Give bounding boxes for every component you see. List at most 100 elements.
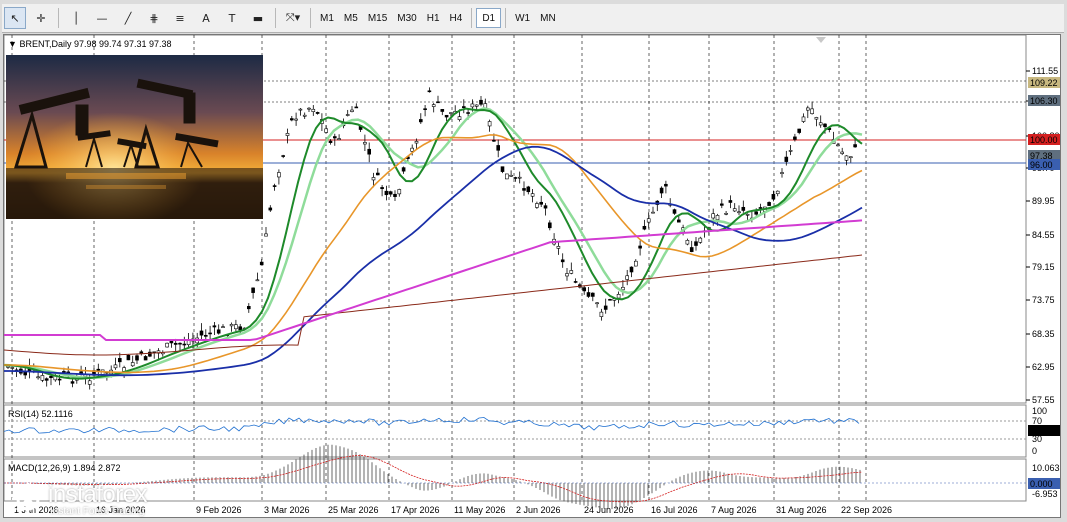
candle-body <box>401 167 406 172</box>
candle-body <box>659 187 664 194</box>
candle-body <box>737 211 741 214</box>
candle-body <box>444 114 449 118</box>
trendline-tool-icon[interactable]: ╱ <box>117 7 139 29</box>
candle-body <box>440 109 445 112</box>
shapes-dropdown-icon[interactable]: ⤧▾ <box>282 7 304 29</box>
crosshair-tool-icon[interactable]: ✛ <box>30 7 52 29</box>
cursor-tool-icon[interactable]: ↖ <box>4 7 26 29</box>
candle-body <box>848 156 853 159</box>
timeframe-w1[interactable]: W1 <box>510 8 535 28</box>
candle-body <box>268 207 273 211</box>
rectangle-tool-icon[interactable]: ▬ <box>247 7 269 29</box>
candle-body <box>633 260 638 267</box>
timeframe-m15[interactable]: M15 <box>363 8 392 28</box>
collapse-arrow-icon[interactable]: ▼ <box>8 39 17 49</box>
candle-body <box>595 302 599 305</box>
candle-body <box>6 366 10 368</box>
candle-body <box>457 116 462 121</box>
timeframe-d1[interactable]: D1 <box>476 8 502 28</box>
candle-body <box>234 324 238 330</box>
candle-body <box>767 202 771 206</box>
candle-body <box>324 128 329 133</box>
timeframe-mn[interactable]: MN <box>535 8 561 28</box>
candle-body <box>651 211 655 214</box>
text-tool-icon[interactable]: A <box>195 7 217 29</box>
text-label-tool-icon[interactable]: T <box>221 7 243 29</box>
candle-body <box>427 90 432 93</box>
candle-body <box>715 215 720 220</box>
candle-body <box>487 121 492 127</box>
candle-body <box>814 117 819 120</box>
toolbar-separator <box>275 8 276 28</box>
candle-body <box>264 233 268 237</box>
candle-body <box>823 123 827 128</box>
candle-body <box>492 139 496 142</box>
candle-body <box>694 241 698 246</box>
candle-body <box>388 191 393 195</box>
candle-body <box>754 211 759 215</box>
macd-label: MACD(12,26,9) 1.894 2.872 <box>8 463 121 473</box>
horizontal-line-tool-icon[interactable]: — <box>91 7 113 29</box>
candle-body <box>784 156 789 162</box>
toolbar-separator <box>505 8 507 28</box>
candle-body <box>573 281 578 283</box>
fibonacci-tool-icon[interactable]: ≡ <box>169 7 191 29</box>
price-tick-label: 73.75 <box>1032 295 1055 305</box>
candle-body <box>479 99 483 105</box>
candle-body <box>638 245 642 249</box>
candle-body <box>758 207 763 209</box>
candle-body <box>732 208 737 212</box>
macd-badge-label: 0.000 <box>1030 479 1053 489</box>
candle-body <box>345 114 350 116</box>
date-label: 31 Aug 2026 <box>776 505 827 515</box>
candle-body <box>676 219 681 223</box>
candle-body <box>298 108 303 111</box>
candle-body <box>216 329 221 334</box>
candle-body <box>384 190 389 196</box>
candle-body <box>466 112 470 114</box>
candle-body <box>418 119 423 123</box>
candle-body <box>118 358 122 363</box>
vertical-line-tool-icon[interactable]: │ <box>65 7 87 29</box>
date-label: 2 Jun 2026 <box>516 505 561 515</box>
chart-symbol: BRENT,Daily <box>19 39 72 49</box>
candle-body <box>698 237 703 243</box>
price-badge-label: 96.00 <box>1030 160 1053 170</box>
candle-body <box>474 104 479 107</box>
candle-body <box>289 118 294 121</box>
timeframe-h1[interactable]: H1 <box>422 8 445 28</box>
timeframe-m30[interactable]: M30 <box>392 8 421 28</box>
date-label: 16 Jul 2026 <box>651 505 698 515</box>
candle-body <box>375 172 380 176</box>
rsi-badge-label: 50.0000 <box>1030 426 1060 436</box>
candle-body <box>221 326 225 328</box>
candle-body <box>685 240 690 245</box>
candle-body <box>449 112 453 114</box>
candle-body <box>255 279 260 282</box>
price-tick-label: 68.35 <box>1032 329 1055 339</box>
candle-body <box>70 381 75 384</box>
candle-body <box>367 148 372 155</box>
candle-body <box>547 222 552 229</box>
candle-body <box>616 294 621 299</box>
candle-body <box>689 247 694 252</box>
candle-body <box>337 138 341 141</box>
channel-tool-icon[interactable]: ⋕ <box>143 7 165 29</box>
candle-body <box>504 173 509 180</box>
candle-body <box>212 325 217 328</box>
candle-body <box>328 140 333 143</box>
chart-area[interactable]: 111.55106.30100.8095.7089.9584.5579.1573… <box>3 34 1061 518</box>
candle-body <box>840 151 845 154</box>
timeframe-m1[interactable]: M1 <box>315 8 339 28</box>
toolbar-separator <box>58 8 59 28</box>
candle-body <box>281 155 286 157</box>
timeframe-m5[interactable]: M5 <box>339 8 363 28</box>
candle-body <box>229 324 234 327</box>
toolbar-separator <box>310 8 311 28</box>
candle-body <box>182 343 187 346</box>
candle-body <box>719 203 724 206</box>
logo-mark-icon <box>12 483 44 515</box>
timeframe-h4[interactable]: H4 <box>445 8 468 28</box>
candle-body <box>143 356 148 361</box>
rsi-tick-label: 0 <box>1032 446 1037 456</box>
